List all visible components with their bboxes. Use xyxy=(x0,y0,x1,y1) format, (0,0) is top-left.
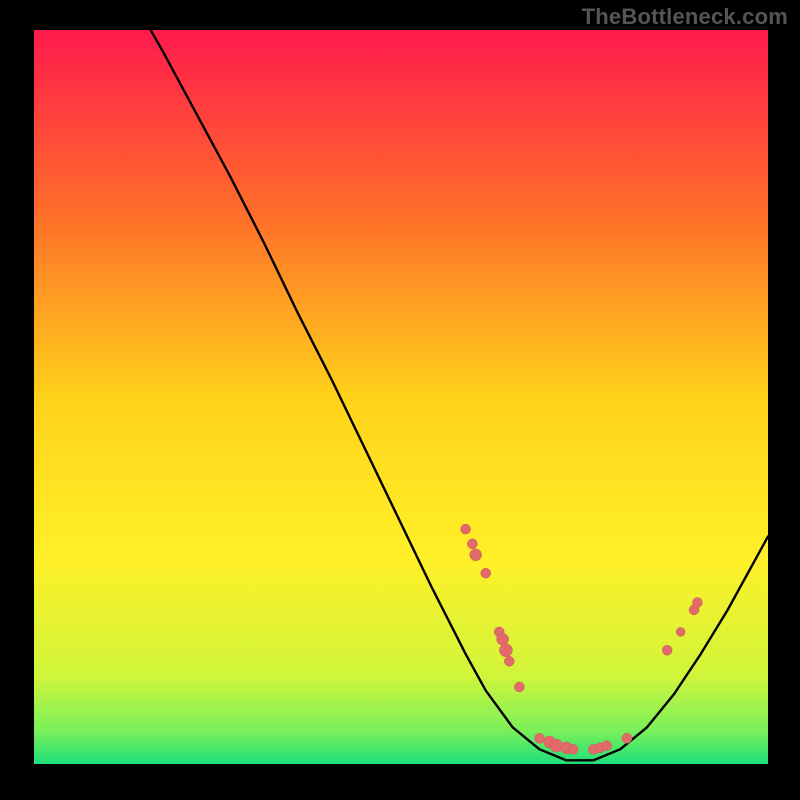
curve-marker xyxy=(676,627,685,636)
curve-marker xyxy=(461,524,471,534)
bottleneck-curve xyxy=(34,30,768,764)
attribution-label: TheBottleneck.com xyxy=(582,4,788,30)
curve-marker xyxy=(481,568,491,578)
curve-marker xyxy=(470,549,482,561)
curve-marker xyxy=(467,539,477,549)
chart-canvas: TheBottleneck.com xyxy=(0,0,800,800)
curve-marker xyxy=(692,598,702,608)
curve-marker xyxy=(499,644,512,657)
curve-marker xyxy=(514,682,524,692)
curve-marker xyxy=(622,733,632,743)
plot-area xyxy=(34,30,768,764)
curve-marker xyxy=(602,741,612,751)
curve-marker xyxy=(497,633,509,645)
curve-marker xyxy=(662,645,672,655)
curve-marker xyxy=(535,733,545,743)
curve-marker xyxy=(568,744,578,754)
curve-marker xyxy=(504,656,514,666)
